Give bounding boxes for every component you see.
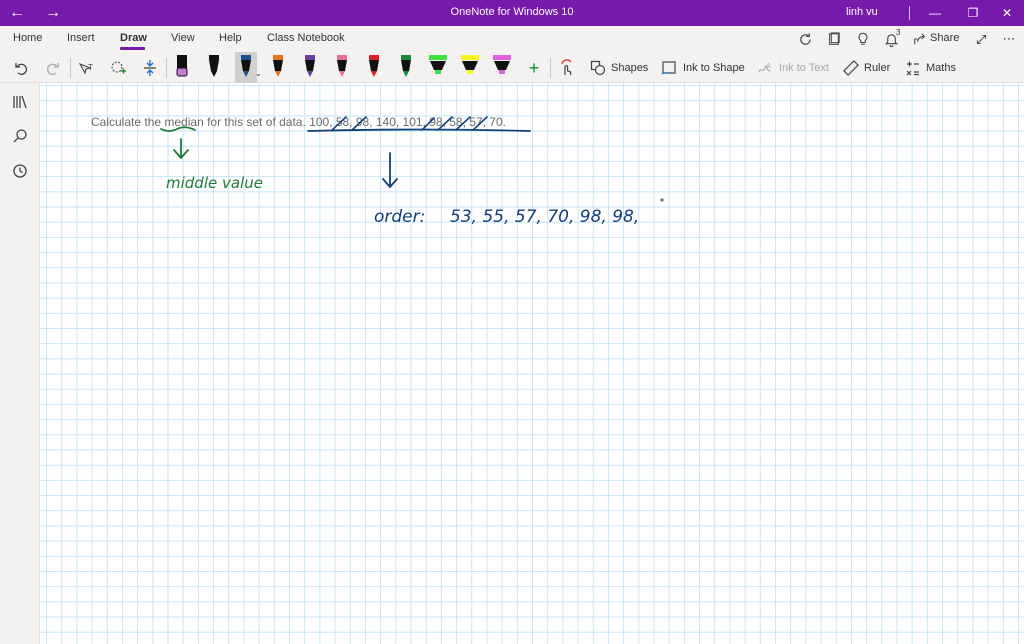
ink-to-text-label: Ink to Text	[779, 62, 829, 74]
ink-strike-57	[455, 116, 471, 131]
ink-order-label: order:	[374, 207, 425, 227]
share-icon[interactable]	[911, 30, 929, 48]
tab-view[interactable]: View	[171, 32, 195, 44]
ink-strike-98b	[421, 117, 435, 131]
add-space-icon[interactable]	[139, 56, 161, 80]
tab-draw[interactable]: Draw	[120, 32, 147, 44]
shapes-button[interactable]: Shapes	[590, 56, 648, 80]
tab-home[interactable]: Home	[13, 32, 42, 44]
highlighter-9-icon[interactable]	[427, 52, 449, 83]
touch-drawing-icon[interactable]	[556, 56, 578, 80]
ink-layer: middle value order: 53, 55, 57, 70, 98, …	[160, 116, 664, 227]
active-tab-indicator	[120, 47, 145, 50]
pen-7-icon[interactable]	[363, 52, 385, 83]
minimize-icon[interactable]: —	[918, 0, 952, 26]
pen-8-icon[interactable]	[395, 52, 417, 83]
ruler-label: Ruler	[864, 62, 891, 74]
ink-strike-70	[472, 116, 488, 131]
recent-clock-icon[interactable]	[9, 160, 31, 182]
highlighter-11-icon[interactable]	[491, 52, 513, 83]
pen-2-icon[interactable]	[203, 52, 225, 83]
title-bar: ← → OneNote for Windows 10 linh vu — ❐ ✕	[0, 0, 1024, 26]
shapes-icon	[590, 60, 606, 76]
maths-button[interactable]: Maths	[905, 56, 956, 80]
ink-arrow-blue	[382, 152, 398, 188]
lasso-select-icon[interactable]: T	[76, 56, 98, 80]
tab-help[interactable]: Help	[219, 32, 242, 44]
ink-median-note: middle value	[166, 174, 263, 192]
ink-order-values: 53, 55, 57, 70, 98, 98,	[450, 207, 639, 227]
tab-insert[interactable]: Insert	[67, 32, 95, 44]
ruler-button[interactable]: Ruler	[843, 56, 890, 80]
notebooks-icon[interactable]	[9, 91, 31, 113]
sync-icon[interactable]	[796, 30, 814, 48]
ink-strike-58b	[437, 116, 453, 131]
lightbulb-icon[interactable]	[854, 30, 872, 48]
title-separator	[909, 6, 910, 20]
highlighter-10-icon[interactable]	[459, 52, 481, 83]
ink-strike-58	[331, 116, 347, 131]
lasso-add-icon[interactable]	[107, 56, 129, 80]
navigation-rail	[0, 83, 40, 644]
svg-text:A: A	[766, 63, 771, 70]
pen-4-icon[interactable]	[267, 52, 289, 83]
ink-to-shape-button[interactable]: Ink to Shape	[661, 56, 745, 80]
restore-icon[interactable]: ❐	[956, 0, 990, 26]
page-canvas[interactable]: Calculate the median for this set of dat…	[40, 83, 1024, 644]
pen-1-icon[interactable]	[171, 52, 193, 83]
ink-arrow-green	[173, 138, 189, 159]
user-name[interactable]: linh vu	[846, 6, 878, 18]
ink-to-shape-label: Ink to Shape	[683, 62, 745, 74]
close-icon[interactable]: ✕	[990, 0, 1024, 26]
add-pen-icon[interactable]: +	[523, 56, 545, 80]
ink-to-shape-icon	[661, 61, 676, 75]
toolbar-separator	[70, 58, 71, 78]
ink-underline-data	[307, 128, 531, 132]
notifications-count: 3	[896, 28, 901, 37]
share-button[interactable]: Share	[930, 32, 959, 44]
ink-underline-median	[160, 126, 196, 132]
draw-toolbar: T + Shapes Ink to Shape A Ink to Text Ru…	[0, 52, 1024, 83]
ruler-icon	[843, 60, 859, 76]
shapes-label: Shapes	[611, 62, 649, 74]
pen-3-icon[interactable]: ⌄	[235, 52, 262, 83]
ink-to-text-button[interactable]: A Ink to Text	[757, 56, 829, 80]
ink-strike-98	[351, 116, 367, 131]
svg-text:T: T	[88, 63, 93, 72]
page-view-icon[interactable]	[825, 30, 843, 48]
toolbar-separator	[166, 58, 167, 78]
undo-icon[interactable]	[10, 56, 32, 80]
toolbar-separator	[550, 58, 551, 78]
maths-label: Maths	[926, 62, 956, 74]
more-options-icon[interactable]: ⋯	[1000, 30, 1018, 48]
pen-cursor-icon	[660, 198, 664, 202]
pen-5-icon[interactable]	[299, 52, 321, 83]
ink-to-text-icon: A	[758, 63, 771, 73]
fullscreen-icon[interactable]	[972, 30, 990, 48]
tab-class-notebook[interactable]: Class Notebook	[267, 32, 345, 44]
pen-6-icon[interactable]	[331, 52, 353, 83]
maths-icon	[906, 61, 919, 76]
redo-icon[interactable]	[42, 56, 64, 80]
search-icon[interactable]	[9, 125, 31, 147]
ribbon-tabs: Home Insert Draw View Help Class Noteboo…	[0, 26, 1024, 52]
